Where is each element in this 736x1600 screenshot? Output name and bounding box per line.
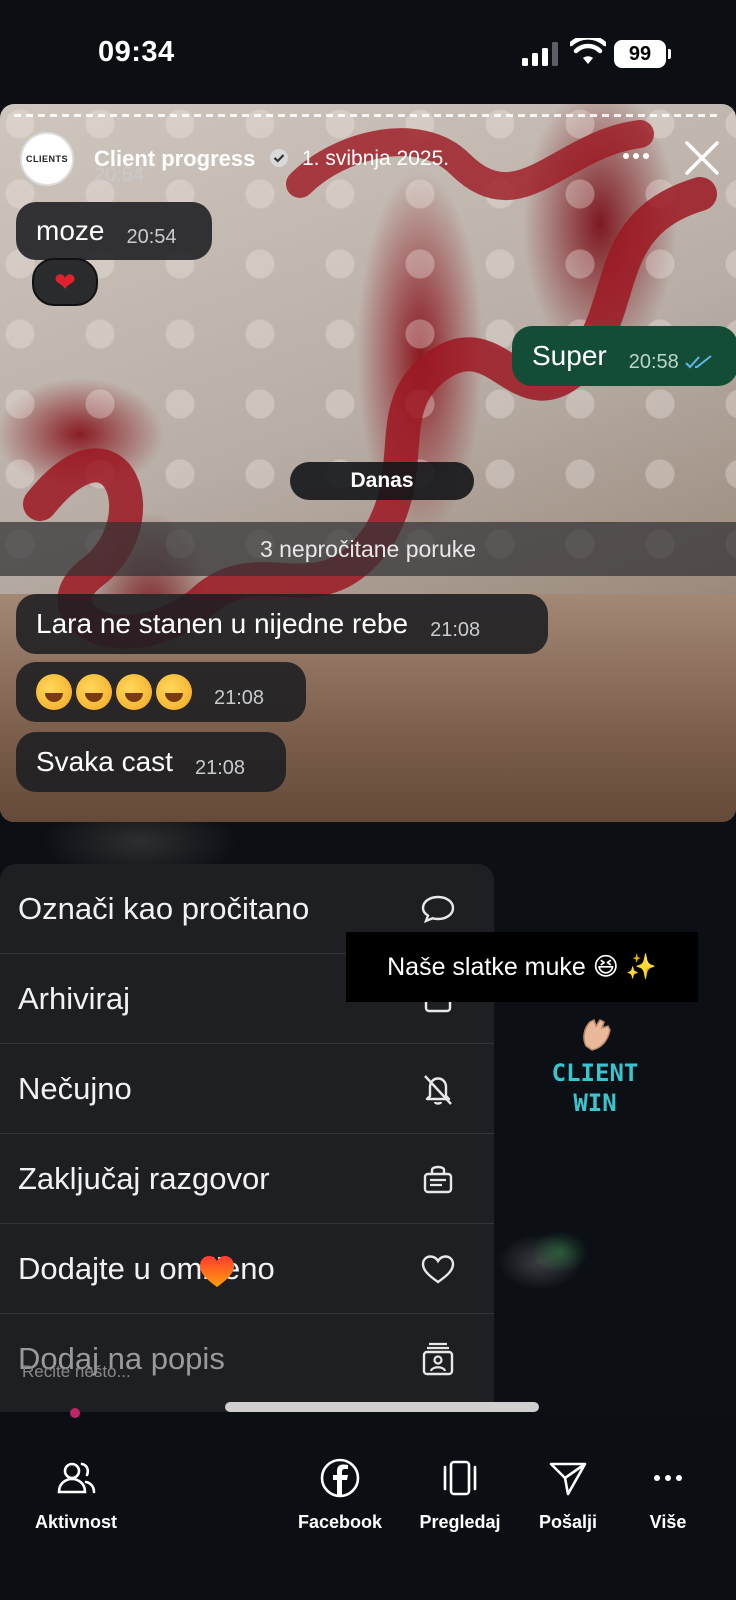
reply-input-placeholder[interactable]: Recite nešto... xyxy=(22,1362,131,1382)
heart-reaction: ❤ xyxy=(32,258,98,306)
message-bubble-emoji: 21:08 xyxy=(16,662,306,722)
sticker-line-1: CLIENT xyxy=(551,1059,639,1087)
tab-more[interactable]: Više xyxy=(608,1456,728,1533)
message-text: Lara ne stanen u nijedne rebe xyxy=(36,608,409,639)
chat-bubble-icon xyxy=(421,895,455,924)
laughing-emoji-icon xyxy=(116,674,152,710)
menu-item-label: Nečujno xyxy=(18,1070,132,1106)
activity-icon xyxy=(57,1462,96,1494)
bottom-action-bar: Aktivnost Facebook Pregledaj Pošalji Viš… xyxy=(0,1418,736,1600)
menu-item-lock-chat[interactable]: Zaključaj razgovor xyxy=(0,1134,494,1224)
facebook-icon xyxy=(320,1458,360,1498)
laughing-emoji-icon xyxy=(76,674,112,710)
list-person-icon xyxy=(422,1342,454,1376)
message-bubble: Svaka cast 21:08 xyxy=(16,732,286,792)
tab-label: Facebook xyxy=(297,1512,383,1532)
client-win-sticker: CLIENT WIN xyxy=(540,1058,650,1118)
message-bubble-outgoing: Super 20:58 xyxy=(512,326,736,386)
message-text: moze xyxy=(36,215,105,246)
status-time: 09:34 xyxy=(98,36,175,68)
battery-indicator: 99 xyxy=(614,40,671,68)
story-date: 1. svibnja 2025. xyxy=(302,147,450,170)
double-check-icon xyxy=(685,355,712,369)
account-avatar[interactable]: CLIENTS xyxy=(20,132,74,186)
menu-item-label: Označi kao pročitano xyxy=(18,890,310,926)
verified-badge-icon xyxy=(270,149,288,167)
clapping-hands-icon xyxy=(583,1018,611,1051)
notification-dot xyxy=(70,1408,80,1418)
story-frame[interactable]: CLIENTS 20:54 Client progress 1. svibnja… xyxy=(0,104,736,822)
menu-item-label: Arhiviraj xyxy=(18,980,130,1016)
message-time: 20:58 xyxy=(628,350,679,373)
bell-slash-icon xyxy=(424,1075,452,1105)
laughing-emoji-icon xyxy=(156,674,192,710)
tab-label: Aktivnost xyxy=(34,1512,117,1532)
more-icon xyxy=(654,1475,682,1481)
menu-item-label: Zaključaj razgovor xyxy=(18,1160,270,1196)
account-name[interactable]: Client progress xyxy=(94,146,255,172)
sticker-line-2: WIN xyxy=(573,1089,617,1117)
message-time: 21:08 xyxy=(430,618,481,641)
message-time: 21:08 xyxy=(214,686,265,709)
tab-activity[interactable]: Aktivnost xyxy=(16,1456,136,1533)
status-bar: 09:34 99 xyxy=(0,0,736,104)
home-indicator[interactable] xyxy=(225,1402,539,1412)
lock-chat-icon xyxy=(423,1165,453,1194)
day-separator: Danas xyxy=(290,462,474,500)
tab-facebook[interactable]: Facebook xyxy=(280,1456,400,1533)
story-caption: Naše slatke muke 😆 ✨ xyxy=(346,932,698,1002)
tab-preview[interactable]: Pregledaj xyxy=(400,1456,520,1533)
send-icon xyxy=(549,1462,587,1496)
rolling-laughing-emojis xyxy=(36,674,192,710)
preview-icon xyxy=(443,1460,477,1496)
wifi-icon xyxy=(570,38,606,64)
menu-item-mute[interactable]: Nečujno xyxy=(0,1044,494,1134)
menu-item-favorite[interactable]: Dodajte u omiljeno xyxy=(0,1224,494,1314)
message-time: 20:54 xyxy=(126,225,177,248)
heart-icon xyxy=(421,1255,455,1284)
laughing-emoji-icon xyxy=(36,674,72,710)
tab-label: Više xyxy=(649,1512,687,1532)
menu-item-label: Dodajte u omiljeno xyxy=(18,1250,275,1286)
story-progress-bar xyxy=(14,114,722,117)
menu-item-add-to-list[interactable]: Dodaj na popis xyxy=(0,1314,494,1404)
message-time: 21:08 xyxy=(194,756,246,779)
message-bubble: Lara ne stanen u nijedne rebe 21:08 xyxy=(16,594,548,654)
message-bubble: moze 20:54 xyxy=(16,202,212,260)
avatar-text: CLIENTS xyxy=(25,154,68,164)
message-text: Super xyxy=(532,340,607,371)
cellular-signal-icon xyxy=(522,42,558,66)
unread-messages-banner: 3 nepročitane poruke xyxy=(0,522,736,576)
floating-heart-icon xyxy=(200,1256,234,1287)
close-icon[interactable] xyxy=(684,140,720,176)
message-text: Svaka cast xyxy=(36,746,173,777)
reaction-emoji: ❤ xyxy=(54,266,76,297)
tab-label: Pregledaj xyxy=(419,1512,501,1532)
more-options-icon[interactable] xyxy=(622,152,650,160)
